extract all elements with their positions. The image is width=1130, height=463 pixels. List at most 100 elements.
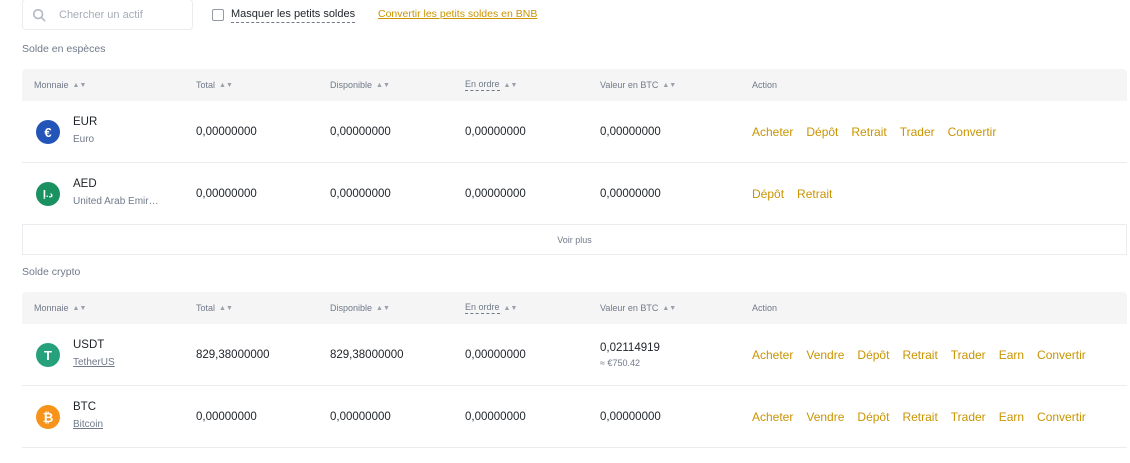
hide-small-balances-toggle[interactable]: Masquer les petits soldes xyxy=(212,7,356,23)
cell-available: 0,00000000 xyxy=(330,187,391,200)
euro-icon: € xyxy=(36,120,60,144)
sort-icon: ▲▼ xyxy=(219,81,233,89)
action-vendre-link[interactable]: Vendre xyxy=(806,410,844,424)
row-actions: Acheter Dépôt Retrait Trader Convertir xyxy=(752,101,996,162)
action-depot-link[interactable]: Dépôt xyxy=(752,187,784,201)
sort-icon: ▲▼ xyxy=(219,304,233,312)
column-header-action: Action xyxy=(752,303,778,313)
crypto-rows: T USDT TetherUS 829,38000000 829,38000000 0,0… xyxy=(22,324,1127,448)
sort-icon: ▲▼ xyxy=(662,81,677,89)
cell-btc-value: 0,00000000 xyxy=(600,386,661,447)
coin-symbol: AED xyxy=(73,178,97,190)
sort-icon: ▲▼ xyxy=(376,304,390,312)
row-actions: Acheter Vendre Dépôt Retrait Trader Earn Conve… xyxy=(752,386,1086,447)
coin-symbol: USDT xyxy=(73,339,105,351)
btc-value-stack: 0,00000000 xyxy=(600,188,661,200)
action-earn-link[interactable]: Earn xyxy=(999,348,1024,362)
coin-name: Euro xyxy=(73,134,95,145)
cell-in-order: 0,00000000 xyxy=(465,348,526,361)
action-depot-link[interactable]: Dépôt xyxy=(806,125,838,139)
coin-label: AED United Arab Emir… xyxy=(73,177,159,209)
tether-icon: T xyxy=(36,343,60,367)
action-trader-link[interactable]: Trader xyxy=(900,125,935,139)
action-acheter-link[interactable]: Acheter xyxy=(752,125,793,139)
search-input[interactable] xyxy=(59,8,189,21)
action-depot-link[interactable]: Dépôt xyxy=(857,410,889,424)
column-header-btc-value[interactable]: Valeur en BTC ▲▼ xyxy=(600,69,676,101)
fiat-rows: € EUR Euro 0,00000000 0,00000000 0,00000000 0,… xyxy=(22,101,1127,225)
wallet-balances-page: Masquer les petits soldes Convertir les … xyxy=(0,0,1130,463)
sort-icon: ▲▼ xyxy=(376,81,390,89)
table-row: T USDT TetherUS 829,38000000 829,38000000 0,0… xyxy=(22,324,1127,386)
crypto-section-title: Solde crypto xyxy=(22,266,81,278)
hide-small-balances-checkbox[interactable] xyxy=(212,9,224,21)
action-trader-link[interactable]: Trader xyxy=(951,348,986,362)
action-depot-link[interactable]: Dépôt xyxy=(857,348,889,362)
action-convertir-link[interactable]: Convertir xyxy=(948,125,997,139)
action-acheter-link[interactable]: Acheter xyxy=(752,348,793,362)
table-row: د.إ AED United Arab Emir… 0,00000000 0,00000… xyxy=(22,163,1127,225)
column-header-total[interactable]: Total ▲▼ xyxy=(196,292,233,324)
cell-total: 829,38000000 xyxy=(196,348,270,361)
action-retrait-link[interactable]: Retrait xyxy=(797,187,832,201)
action-retrait-link[interactable]: Retrait xyxy=(851,125,886,139)
action-trader-link[interactable]: Trader xyxy=(951,410,986,424)
cell-in-order: 0,00000000 xyxy=(465,125,526,138)
table-row: ₿ BTC Bitcoin 0,00000000 0,00000000 0,0000000… xyxy=(22,386,1127,448)
coin-label: BTC Bitcoin xyxy=(73,400,103,432)
coin-name: United Arab Emir… xyxy=(73,196,159,207)
column-header-coin[interactable]: Monnaie ▲▼ xyxy=(34,292,86,324)
coin-symbol: BTC xyxy=(73,401,96,413)
btc-value-stack: 0,02114919 ≈ €750.42 xyxy=(600,342,660,368)
column-header-coin[interactable]: Monnaie ▲▼ xyxy=(34,69,86,101)
btc-value: 0,00000000 xyxy=(600,125,661,138)
btc-value: 0,00000000 xyxy=(600,410,661,423)
fiat-section-title: Solde en espèces xyxy=(22,43,106,55)
see-more-button[interactable]: Voir plus xyxy=(22,225,1127,255)
coin-symbol: EUR xyxy=(73,116,98,128)
action-earn-link[interactable]: Earn xyxy=(999,410,1024,424)
column-header-btc-value[interactable]: Valeur en BTC ▲▼ xyxy=(600,292,676,324)
sort-icon: ▲▼ xyxy=(72,81,87,89)
btc-value: 0,02114919 xyxy=(600,341,660,354)
coin-name[interactable]: Bitcoin xyxy=(73,418,103,432)
column-header-action: Action xyxy=(752,80,778,90)
btc-value-stack: 0,00000000 xyxy=(600,126,661,138)
cell-available: 0,00000000 xyxy=(330,410,391,423)
sort-icon: ▲▼ xyxy=(72,304,87,312)
hide-small-balances-label[interactable]: Masquer les petits soldes xyxy=(231,7,356,23)
coin-label: USDT TetherUS xyxy=(73,338,115,370)
coin-label: EUR Euro xyxy=(73,115,97,147)
coin-name[interactable]: TetherUS xyxy=(73,356,115,370)
column-header-in-order[interactable]: En ordre ▲▼ xyxy=(465,292,517,324)
action-retrait-link[interactable]: Retrait xyxy=(902,410,937,424)
sort-icon: ▲▼ xyxy=(503,81,518,89)
action-convertir-link[interactable]: Convertir xyxy=(1037,348,1086,362)
column-header-available[interactable]: Disponible ▲▼ xyxy=(330,69,390,101)
search-box[interactable] xyxy=(22,0,193,30)
column-header-total[interactable]: Total ▲▼ xyxy=(196,69,233,101)
convert-small-balances-link[interactable]: Convertir les petits soldes en BNB xyxy=(378,8,537,20)
fiat-balance-table: Monnaie ▲▼ Total ▲▼ Disponible ▲▼ En ordre ▲… xyxy=(22,69,1127,255)
cell-available: 0,00000000 xyxy=(330,125,391,138)
cell-btc-value: 0,00000000 xyxy=(600,101,661,162)
action-acheter-link[interactable]: Acheter xyxy=(752,410,793,424)
cell-btc-value: 0,00000000 xyxy=(600,163,661,224)
column-header-available[interactable]: Disponible ▲▼ xyxy=(330,292,390,324)
bitcoin-icon: ₿ xyxy=(36,405,60,429)
action-retrait-link[interactable]: Retrait xyxy=(902,348,937,362)
sort-icon: ▲▼ xyxy=(662,304,677,312)
sort-icon: ▲▼ xyxy=(503,304,518,312)
crypto-balance-table: Monnaie ▲▼ Total ▲▼ Disponible ▲▼ En ordre ▲… xyxy=(22,292,1127,448)
action-vendre-link[interactable]: Vendre xyxy=(806,348,844,362)
toolbar: Masquer les petits soldes Convertir les … xyxy=(22,0,1122,30)
cell-total: 0,00000000 xyxy=(196,187,257,200)
btc-value: 0,00000000 xyxy=(600,187,661,200)
action-convertir-link[interactable]: Convertir xyxy=(1037,410,1086,424)
row-actions: Acheter Vendre Dépôt Retrait Trader Earn Conve… xyxy=(752,324,1086,385)
cell-in-order: 0,00000000 xyxy=(465,187,526,200)
table-header: Monnaie ▲▼ Total ▲▼ Disponible ▲▼ En ordre ▲… xyxy=(22,69,1127,101)
btc-fiat-equivalent: ≈ €750.42 xyxy=(600,357,640,368)
column-header-in-order[interactable]: En ordre ▲▼ xyxy=(465,69,517,101)
cell-total: 0,00000000 xyxy=(196,410,257,423)
